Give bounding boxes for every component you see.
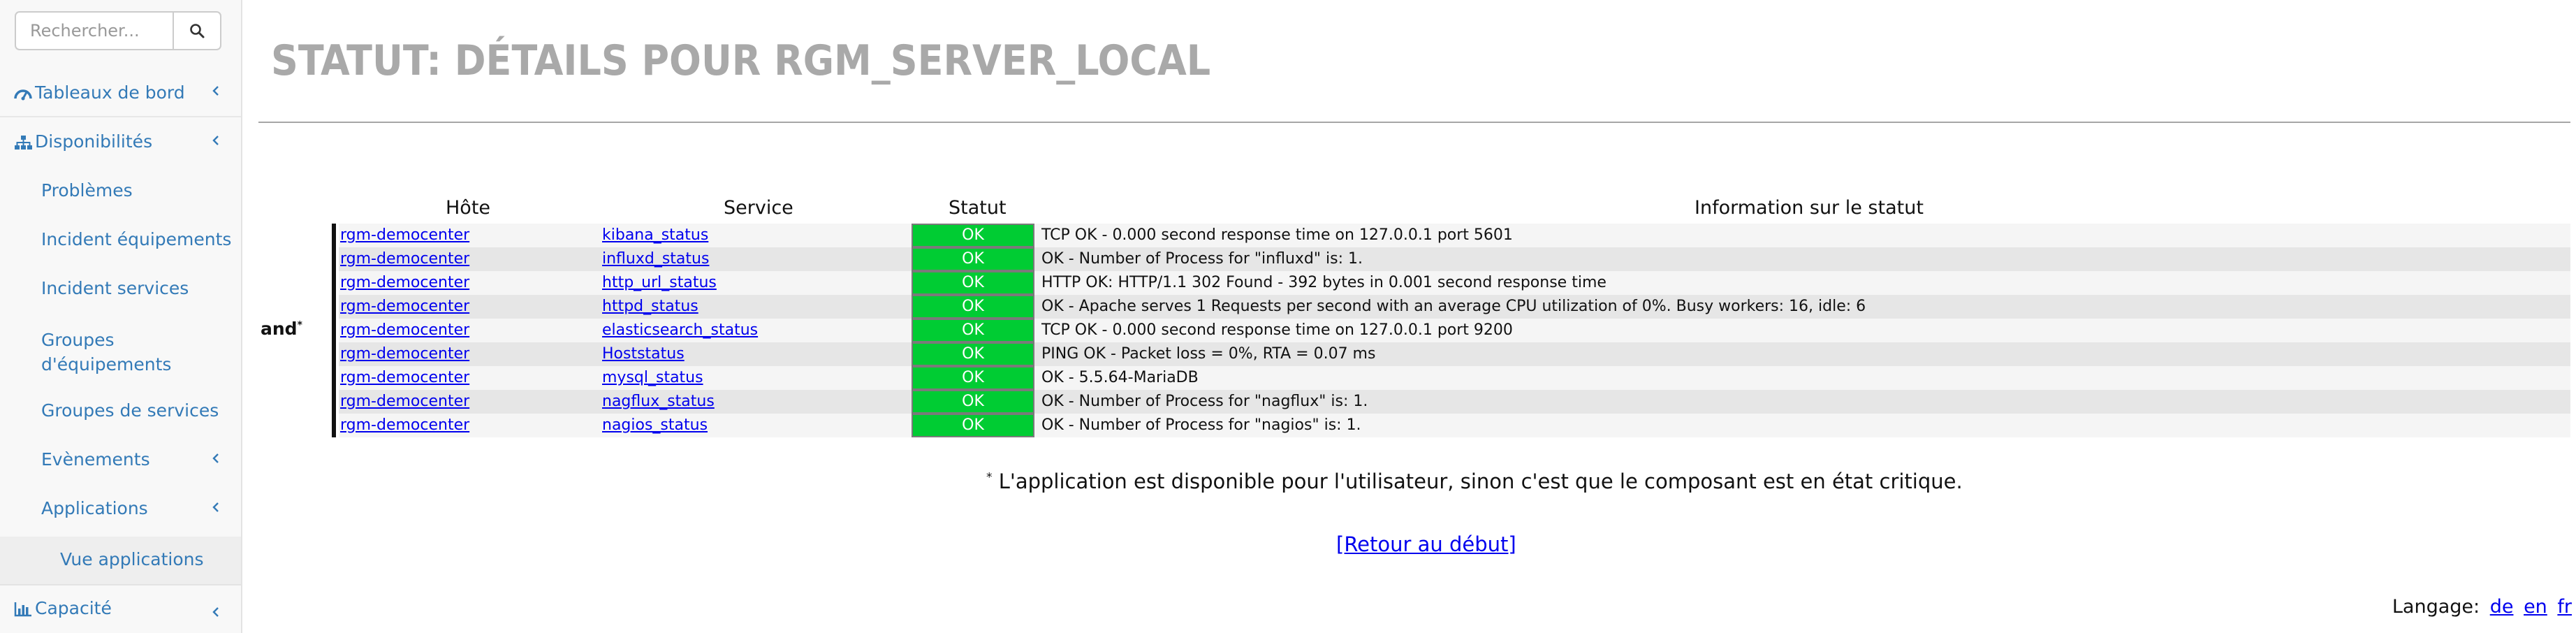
sidebar-item-label: Vue applications	[60, 549, 204, 569]
column-header-info: Information sur le statut	[1695, 197, 1924, 219]
sidebar-item-vue-applications[interactable]: Vue applications	[0, 537, 241, 585]
host-link[interactable]: rgm-democenter	[340, 369, 469, 386]
column-header-host: Hôte	[446, 197, 491, 219]
language-option-de[interactable]: de	[2490, 596, 2514, 618]
status-info: OK - Number of Process for "influxd" is:…	[1041, 250, 1363, 268]
status-badge: OK	[912, 295, 1034, 319]
language-option-en[interactable]: en	[2524, 596, 2547, 618]
status-info: OK - Apache serves 1 Requests per second…	[1041, 298, 1866, 315]
search-icon	[190, 24, 205, 38]
language-label: Langage:	[2392, 596, 2480, 618]
sidebar-item-groupes-services[interactable]: Groupes de services	[0, 390, 241, 439]
service-link[interactable]: nagflux_status	[602, 393, 715, 410]
host-link[interactable]: rgm-democenter	[340, 250, 469, 268]
service-link[interactable]: elasticsearch_status	[602, 321, 758, 339]
sidebar-item-tableaux-de-bord[interactable]: Tableaux de bord	[0, 68, 241, 117]
sidebar-item-applications[interactable]: Applications	[0, 488, 241, 537]
column-header-status: Statut	[949, 197, 1007, 219]
table-row: rgm-democenter Hoststatus OK PING OK - P…	[339, 342, 2570, 366]
search-input[interactable]	[15, 11, 174, 50]
service-link[interactable]: kibana_status	[602, 226, 708, 244]
status-badge: OK	[912, 247, 1034, 271]
footnote-text: L'application est disponible pour l'util…	[998, 470, 1963, 493]
language-selector: Langage: de en fr	[2392, 596, 2572, 618]
status-badge: OK	[912, 366, 1034, 390]
footnote-mark: *	[986, 470, 993, 485]
group-operator-label: and*	[261, 319, 302, 339]
chevron-left-icon	[212, 502, 219, 512]
back-to-top-link[interactable]: [Retour au début]	[1336, 532, 1516, 556]
status-badge: OK	[912, 224, 1034, 247]
table-row: rgm-democenter http_url_status OK HTTP O…	[339, 271, 2570, 295]
chevron-left-icon	[212, 607, 219, 617]
chevron-left-icon	[212, 453, 219, 463]
sidebar: Tableaux de bord Disponibilités Problème…	[0, 0, 242, 633]
host-link[interactable]: rgm-democenter	[340, 274, 469, 291]
sidebar-item-label: Disponibilités	[35, 131, 153, 152]
host-link[interactable]: rgm-democenter	[340, 393, 469, 410]
sidebar-item-label-line2: d'équipements	[41, 354, 172, 374]
sidebar-item-label: Capacité	[35, 598, 112, 618]
sidebar-item-groupes-equipements[interactable]: Groupes d'équipements	[0, 316, 241, 390]
sidebar-item-label-line1: Groupes	[41, 330, 115, 350]
table-row: rgm-democenter influxd_status OK OK - Nu…	[339, 247, 2570, 271]
sidebar-item-problemes[interactable]: Problèmes	[0, 170, 241, 219]
sidebar-item-label: Incident services	[41, 278, 189, 298]
service-link[interactable]: mysql_status	[602, 369, 703, 386]
title-divider	[258, 122, 2570, 123]
service-link[interactable]: httpd_status	[602, 298, 698, 315]
sidebar-item-incident-services[interactable]: Incident services	[0, 268, 241, 316]
page-title: STATUT: DÉTAILS POUR RGM_SERVER_LOCAL	[271, 36, 1211, 85]
status-badge: OK	[912, 271, 1034, 295]
sidebar-item-label: Applications	[41, 498, 148, 518]
status-badge: OK	[912, 342, 1034, 366]
group-bracket	[332, 224, 336, 437]
status-info: HTTP OK: HTTP/1.1 302 Found - 392 bytes …	[1041, 274, 1607, 291]
search-button[interactable]	[173, 11, 221, 50]
column-header-service: Service	[724, 197, 793, 219]
host-link[interactable]: rgm-democenter	[340, 345, 469, 363]
bar-chart-icon	[14, 602, 31, 617]
sidebar-item-capacite[interactable]: Capacité	[0, 585, 241, 633]
status-info: TCP OK - 0.000 second response time on 1…	[1041, 226, 1513, 244]
status-badge: OK	[912, 319, 1034, 342]
service-link[interactable]: nagios_status	[602, 416, 708, 434]
service-link[interactable]: influxd_status	[602, 250, 709, 268]
table-row: rgm-democenter httpd_status OK OK - Apac…	[339, 295, 2570, 319]
dashboard-icon	[14, 89, 32, 101]
status-info: TCP OK - 0.000 second response time on 1…	[1041, 321, 1513, 339]
search-box	[15, 11, 221, 50]
table-row: rgm-democenter nagflux_status OK OK - Nu…	[339, 390, 2570, 414]
chevron-left-icon	[212, 86, 219, 96]
sidebar-item-evenements[interactable]: Evènements	[0, 439, 241, 488]
service-link[interactable]: Hoststatus	[602, 345, 685, 363]
language-option-fr[interactable]: fr	[2557, 596, 2572, 618]
status-info: OK - Number of Process for "nagflux" is:…	[1041, 393, 1368, 410]
host-link[interactable]: rgm-democenter	[340, 416, 469, 434]
status-info: PING OK - Packet loss = 0%, RTA = 0.07 m…	[1041, 345, 1376, 363]
sidebar-item-label: Problèmes	[41, 180, 133, 201]
table-row: rgm-democenter kibana_status OK TCP OK -…	[339, 224, 2570, 247]
sidebar-item-label: Incident équipements	[41, 229, 232, 249]
sidebar-item-disponibilites[interactable]: Disponibilités	[0, 117, 241, 166]
sidebar-item-incident-equipements[interactable]: Incident équipements	[0, 219, 241, 268]
table-row: rgm-democenter elasticsearch_status OK T…	[339, 319, 2570, 342]
host-link[interactable]: rgm-democenter	[340, 321, 469, 339]
sitemap-icon	[15, 136, 32, 150]
status-info: OK - 5.5.64-MariaDB	[1041, 369, 1199, 386]
status-info: OK - Number of Process for "nagios" is: …	[1041, 416, 1361, 434]
table-row: rgm-democenter mysql_status OK OK - 5.5.…	[339, 366, 2570, 390]
sidebar-item-label: Evènements	[41, 449, 150, 470]
host-link[interactable]: rgm-democenter	[340, 226, 469, 244]
service-link[interactable]: http_url_status	[602, 274, 717, 291]
status-badge: OK	[912, 414, 1034, 437]
footnote: * L'application est disponible pour l'ut…	[986, 470, 1963, 493]
table-row: rgm-democenter nagios_status OK OK - Num…	[339, 414, 2570, 437]
chevron-left-icon	[212, 136, 219, 145]
sidebar-item-label: Groupes de services	[41, 400, 219, 421]
host-link[interactable]: rgm-democenter	[340, 298, 469, 315]
status-badge: OK	[912, 390, 1034, 414]
sidebar-item-label: Tableaux de bord	[35, 82, 185, 103]
